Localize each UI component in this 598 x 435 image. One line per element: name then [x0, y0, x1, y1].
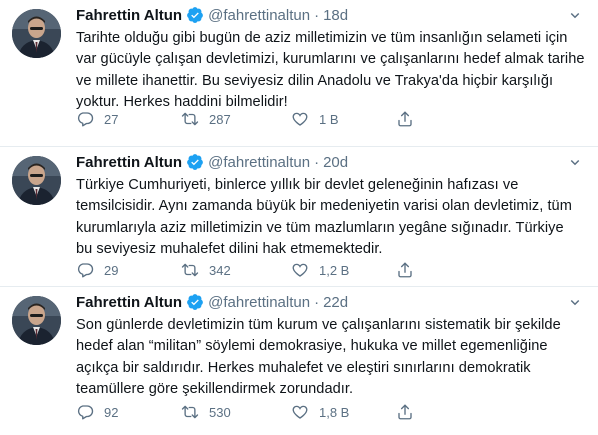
share-icon: [398, 262, 412, 278]
reply-count: 27: [104, 111, 119, 127]
heart-icon: [292, 405, 308, 419]
avatar[interactable]: [12, 156, 61, 205]
avatar-image: [12, 9, 61, 58]
retweet-icon: [181, 405, 199, 419]
retweet-button[interactable]: 530: [181, 403, 291, 421]
like-count: 1,8 B: [319, 404, 350, 420]
reply-button[interactable]: 92: [76, 403, 181, 421]
tweet[interactable]: Fahrettin Altun @fahrettinaltun · 20d Tü…: [0, 147, 598, 287]
more-options-icon[interactable]: [564, 5, 586, 25]
retweet-button[interactable]: 342: [181, 261, 291, 279]
tweet[interactable]: Fahrettin Altun @fahrettinaltun · 18d Ta…: [0, 0, 598, 147]
timestamp[interactable]: 20d: [323, 154, 348, 171]
handle[interactable]: @fahrettinaltun: [208, 154, 310, 171]
display-name[interactable]: Fahrettin Altun: [76, 154, 182, 171]
display-name[interactable]: Fahrettin Altun: [76, 7, 182, 24]
retweet-count: 530: [209, 404, 231, 420]
heart-icon: [292, 112, 308, 126]
retweet-icon: [181, 263, 199, 277]
reply-icon: [77, 405, 94, 420]
verified-badge-icon: [186, 293, 204, 311]
tweet-text: Türkiye Cumhuriyeti, binlerce yıllık bir…: [76, 177, 572, 257]
more-options-icon[interactable]: [564, 292, 586, 312]
reply-button[interactable]: 27: [76, 110, 181, 128]
like-button[interactable]: 1,2 B: [291, 261, 396, 279]
like-count: 1,2 B: [319, 262, 350, 278]
handle[interactable]: @fahrettinaltun: [208, 7, 310, 24]
tweet-text: Tarihte olduğu gibi bugün de aziz millet…: [76, 30, 585, 110]
retweet-count: 287: [209, 111, 231, 127]
reply-count: 92: [104, 404, 119, 420]
like-button[interactable]: 1,8 B: [291, 403, 396, 421]
avatar[interactable]: [12, 9, 61, 58]
verified-badge-icon: [186, 6, 204, 24]
avatar-image: [12, 296, 61, 345]
reply-icon: [77, 263, 94, 278]
separator-dot: ·: [314, 293, 320, 311]
display-name[interactable]: Fahrettin Altun: [76, 294, 182, 311]
retweet-icon: [181, 112, 199, 126]
retweet-count: 342: [209, 262, 231, 278]
timestamp[interactable]: 22d: [323, 294, 348, 311]
share-button[interactable]: [396, 110, 414, 128]
more-options-icon[interactable]: [564, 152, 586, 172]
separator-dot: ·: [314, 153, 320, 171]
share-button[interactable]: [396, 261, 414, 279]
retweet-button[interactable]: 287: [181, 110, 291, 128]
reply-count: 29: [104, 262, 119, 278]
reply-icon: [77, 112, 94, 127]
verified-badge-icon: [186, 153, 204, 171]
reply-button[interactable]: 29: [76, 261, 181, 279]
share-button[interactable]: [396, 403, 414, 421]
tweet[interactable]: Fahrettin Altun @fahrettinaltun · 22d So…: [0, 287, 598, 435]
timestamp[interactable]: 18d: [323, 7, 348, 24]
heart-icon: [292, 263, 308, 277]
avatar-image: [12, 156, 61, 205]
like-count: 1 B: [319, 111, 339, 127]
avatar[interactable]: [12, 296, 61, 345]
handle[interactable]: @fahrettinaltun: [208, 294, 310, 311]
share-icon: [398, 111, 412, 127]
tweet-text: Son günlerde devletimizin tüm kurum ve ç…: [76, 317, 561, 397]
share-icon: [398, 404, 412, 420]
separator-dot: ·: [314, 6, 320, 24]
like-button[interactable]: 1 B: [291, 110, 396, 128]
